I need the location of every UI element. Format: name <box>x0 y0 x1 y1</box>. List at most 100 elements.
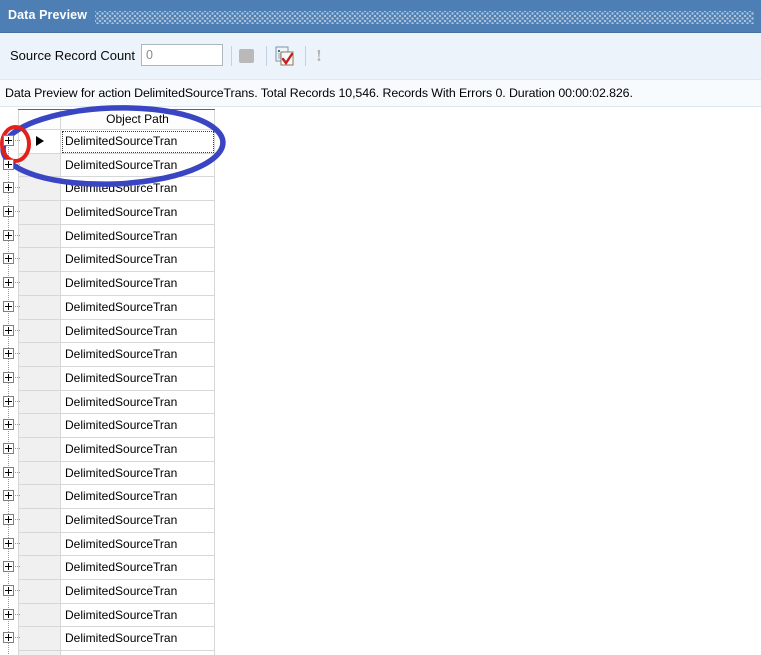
row-selector-cell[interactable] <box>18 414 61 438</box>
table-row[interactable]: DelimitedSourceTran <box>0 414 215 438</box>
row-selector-cell[interactable] <box>18 627 61 652</box>
expand-row-button[interactable] <box>3 419 14 431</box>
object-path-cell[interactable]: DelimitedSourceTran <box>61 272 215 296</box>
object-path-cell[interactable]: DelimitedSourceTran <box>61 485 215 509</box>
table-row[interactable]: DelimitedSourceTran <box>0 248 215 273</box>
expand-row-button[interactable] <box>3 348 14 360</box>
expand-row-button[interactable] <box>3 206 14 218</box>
table-row[interactable]: DelimitedSourceTran <box>0 366 215 391</box>
object-path-cell[interactable]: DelimitedSourceTran <box>61 627 215 652</box>
row-selector-cell[interactable] <box>18 130 61 154</box>
table-row[interactable]: DelimitedSourceTran <box>0 224 215 249</box>
tree-stub-line <box>15 424 20 426</box>
object-path-cell[interactable]: DelimitedSourceTran <box>61 248 215 273</box>
table-row[interactable]: DelimitedSourceTran <box>0 177 215 202</box>
expander-zone <box>0 154 20 178</box>
expand-row-button[interactable] <box>3 632 14 644</box>
object-path-cell[interactable]: DelimitedSourceTran <box>61 603 215 628</box>
row-selector-cell[interactable] <box>18 461 61 486</box>
object-path-cell[interactable]: DelimitedSourceTran <box>61 201 215 225</box>
object-path-column-header[interactable]: Object Path <box>61 110 215 130</box>
table-row[interactable]: DelimitedSourceTran <box>0 461 215 486</box>
row-selector-cell[interactable] <box>18 272 61 296</box>
row-selector-cell[interactable] <box>18 603 61 628</box>
row-selector-cell[interactable] <box>18 366 61 391</box>
table-row[interactable]: DelimitedSourceTran <box>0 319 215 344</box>
table-row[interactable]: DelimitedSourceTran <box>0 556 215 581</box>
table-row[interactable]: DelimitedSourceTran <box>0 485 215 509</box>
expand-row-button[interactable] <box>3 585 14 597</box>
expand-row-button[interactable] <box>3 277 14 289</box>
expand-row-button[interactable] <box>3 537 14 549</box>
object-path-cell[interactable]: DelimitedSourceTran <box>61 414 215 438</box>
row-selector-cell[interactable] <box>18 248 61 273</box>
expand-row-button[interactable] <box>3 608 14 620</box>
table-row[interactable]: DelimitedSourceTran <box>0 272 215 296</box>
validate-data-icon[interactable] <box>273 46 295 67</box>
row-selector-cell[interactable] <box>18 177 61 202</box>
table-row[interactable]: DelimitedSourceTran <box>0 153 215 178</box>
expand-row-button[interactable] <box>3 253 14 265</box>
tree-stub-line <box>15 590 20 592</box>
expand-row-button[interactable] <box>3 324 14 336</box>
row-selector-cell[interactable] <box>18 580 61 604</box>
expand-row-button[interactable] <box>3 561 14 573</box>
object-path-cell[interactable]: DelimitedSourceTran <box>61 532 215 557</box>
expand-row-button[interactable] <box>3 395 14 407</box>
expand-row-button[interactable] <box>3 490 14 502</box>
row-selector-cell[interactable] <box>18 201 61 225</box>
table-row[interactable]: DelimitedSourceTran <box>0 437 215 462</box>
table-row[interactable]: DelimitedSourceTran <box>0 295 215 320</box>
warning-icon[interactable]: ! <box>311 45 327 67</box>
table-row[interactable]: DelimitedSourceTran <box>0 509 215 533</box>
row-selector-cell[interactable] <box>18 651 61 655</box>
expand-row-button[interactable] <box>3 158 14 170</box>
row-selector-cell[interactable] <box>18 319 61 344</box>
object-path-cell[interactable]: DelimitedSourceTran <box>61 580 215 604</box>
expand-row-button[interactable] <box>3 300 14 312</box>
expand-row-button[interactable] <box>3 182 14 194</box>
table-row[interactable]: DelimitedSourceTran <box>0 343 215 367</box>
row-selector-cell[interactable] <box>18 437 61 462</box>
object-path-cell[interactable]: DelimitedSourceTran <box>61 366 215 391</box>
expand-row-button[interactable] <box>3 514 14 525</box>
source-record-count-input[interactable] <box>141 44 223 66</box>
expand-row-button[interactable] <box>3 466 14 478</box>
table-row[interactable]: DelimitedSourceTran <box>0 580 215 604</box>
row-selector-cell[interactable] <box>18 153 61 178</box>
row-selector-cell[interactable] <box>18 295 61 320</box>
table-row[interactable]: DelimitedSourceTran <box>0 532 215 557</box>
table-row[interactable]: DelimitedSourceTran <box>0 603 215 628</box>
object-path-cell[interactable]: DelimitedSourceTran <box>61 177 215 202</box>
expand-row-button[interactable] <box>3 229 14 241</box>
expand-row-button[interactable] <box>3 371 14 383</box>
object-path-cell[interactable]: DelimitedSourceTran <box>61 461 215 486</box>
table-row[interactable]: DelimitedSourceTran <box>0 627 215 652</box>
row-selector-cell[interactable] <box>18 343 61 367</box>
row-selector-cell[interactable] <box>18 509 61 533</box>
stop-icon[interactable] <box>239 49 254 63</box>
table-row[interactable]: DelimitedSourceTran <box>0 651 215 655</box>
row-selector-cell[interactable] <box>18 485 61 509</box>
object-path-cell[interactable]: DelimitedSourceTran <box>61 390 215 415</box>
object-path-cell[interactable]: DelimitedSourceTran <box>61 651 215 655</box>
expand-row-button[interactable] <box>3 135 14 146</box>
row-selector-cell[interactable] <box>18 224 61 249</box>
object-path-cell[interactable]: DelimitedSourceTran <box>61 295 215 320</box>
table-row[interactable]: DelimitedSourceTran <box>0 390 215 415</box>
object-path-cell[interactable]: DelimitedSourceTran <box>61 509 215 533</box>
object-path-cell[interactable]: DelimitedSourceTran <box>61 153 215 178</box>
object-path-cell[interactable]: DelimitedSourceTran <box>61 224 215 249</box>
row-selector-cell[interactable] <box>18 532 61 557</box>
object-path-cell[interactable]: DelimitedSourceTran <box>61 556 215 581</box>
expand-row-button[interactable] <box>3 442 14 454</box>
row-selector-cell[interactable] <box>18 390 61 415</box>
table-row[interactable]: DelimitedSourceTran <box>0 130 215 154</box>
object-path-cell[interactable]: DelimitedSourceTran <box>61 437 215 462</box>
row-selector-cell[interactable] <box>18 556 61 581</box>
table-row[interactable]: DelimitedSourceTran <box>0 201 215 225</box>
object-path-cell[interactable]: DelimitedSourceTran <box>61 319 215 344</box>
object-path-cell[interactable]: DelimitedSourceTran <box>61 343 215 367</box>
object-path-cell[interactable]: DelimitedSourceTran <box>61 130 215 154</box>
tree-stub-line <box>15 353 20 355</box>
